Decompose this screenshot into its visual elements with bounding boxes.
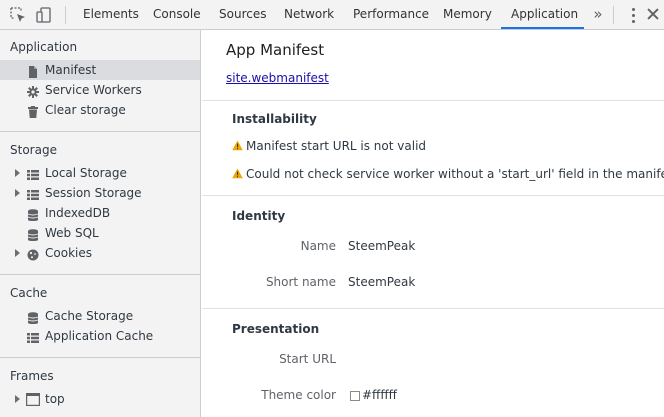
- theme-color-value: #ffffff: [362, 388, 397, 402]
- tab-application[interactable]: Application: [511, 0, 578, 29]
- file-icon: [27, 64, 39, 78]
- grid-icon: [27, 330, 39, 343]
- sidebar-item-label: Cache Storage: [45, 309, 134, 323]
- warning-text: Manifest start URL is not valid: [246, 139, 427, 153]
- toolbar-separator: [613, 6, 614, 24]
- active-tab-indicator: [501, 27, 584, 29]
- sidebar-item-clear-storage[interactable]: Clear storage: [0, 100, 200, 120]
- sidebar-item-label: Application Cache: [45, 329, 154, 343]
- sidebar-section-application: Application: [10, 40, 78, 54]
- section-divider: [202, 308, 664, 309]
- name-value: SteemPeak: [348, 239, 416, 253]
- tab-sources[interactable]: Sources: [219, 0, 266, 29]
- tab-elements[interactable]: Elements: [83, 0, 139, 29]
- page-title: App Manifest: [226, 41, 325, 59]
- sidebar-divider: [0, 131, 200, 132]
- customize-menu-icon[interactable]: [626, 6, 642, 24]
- warning-icon: [232, 168, 243, 179]
- sidebar-item-web-sql[interactable]: Web SQL: [0, 223, 200, 243]
- start-url-label: Start URL: [279, 352, 336, 366]
- toolbar-separator: [65, 6, 66, 24]
- sidebar-item-label: Cookies: [45, 246, 92, 260]
- device-toolbar-icon[interactable]: [34, 5, 54, 25]
- sidebar-item-label: IndexedDB: [45, 206, 111, 220]
- sidebar-section-frames: Frames: [10, 369, 54, 383]
- sidebar-divider: [0, 357, 200, 358]
- sidebar-item-label: Manifest: [45, 63, 97, 77]
- installability-heading: Installability: [232, 112, 317, 126]
- expand-arrow-icon[interactable]: [15, 249, 20, 257]
- sidebar-item-application-cache[interactable]: Application Cache: [0, 326, 200, 346]
- database-icon: [27, 310, 39, 324]
- sidebar-item-label: Clear storage: [45, 103, 126, 117]
- identity-heading: Identity: [232, 209, 286, 223]
- warning-text: Could not check service worker without a…: [246, 167, 664, 181]
- sidebar-item-indexeddb[interactable]: IndexedDB: [0, 203, 200, 223]
- tab-network[interactable]: Network: [284, 0, 334, 29]
- expand-arrow-icon[interactable]: [15, 189, 20, 197]
- sidebar-item-label: Service Workers: [45, 83, 142, 97]
- expand-arrow-icon[interactable]: [15, 169, 20, 177]
- section-divider: [202, 195, 664, 196]
- trash-icon: [27, 104, 39, 118]
- manifest-panel: App Manifest site.webmanifest Installabi…: [202, 30, 664, 417]
- tab-console[interactable]: Console: [153, 0, 201, 29]
- sidebar-item-manifest[interactable]: Manifest: [0, 60, 200, 80]
- cookie-icon: [27, 247, 39, 261]
- sidebar-item-label: Web SQL: [45, 226, 99, 240]
- devtools-toolbar: Elements Console Sources Network Perform…: [0, 0, 664, 30]
- theme-color-swatch: [350, 391, 360, 401]
- sidebar-item-cookies[interactable]: Cookies: [0, 243, 200, 263]
- warning-icon: [232, 140, 243, 151]
- sidebar-item-service-workers[interactable]: Service Workers: [0, 80, 200, 100]
- short-name-value: SteemPeak: [348, 275, 416, 289]
- grid-icon: [27, 167, 39, 180]
- theme-color-label: Theme color: [261, 388, 336, 402]
- sidebar-item-label: top: [45, 392, 65, 406]
- name-label: Name: [300, 239, 336, 253]
- sidebar-item-label: Session Storage: [45, 186, 142, 200]
- section-divider: [202, 100, 664, 101]
- close-devtools-icon[interactable]: [646, 7, 660, 21]
- sidebar-divider: [0, 274, 200, 275]
- presentation-heading: Presentation: [232, 322, 320, 336]
- grid-icon: [27, 187, 39, 200]
- frame-icon: [26, 392, 41, 407]
- manifest-file-link[interactable]: site.webmanifest: [226, 71, 329, 85]
- sidebar-item-session-storage[interactable]: Session Storage: [0, 183, 200, 203]
- tab-memory[interactable]: Memory: [443, 0, 492, 29]
- sidebar-item-local-storage[interactable]: Local Storage: [0, 163, 200, 183]
- sidebar-section-storage: Storage: [10, 143, 57, 157]
- sidebar-item-frame-top[interactable]: top: [0, 389, 200, 409]
- database-icon: [27, 227, 39, 241]
- inspect-element-icon[interactable]: [8, 5, 28, 25]
- expand-arrow-icon[interactable]: [15, 395, 20, 403]
- sidebar-section-cache: Cache: [10, 286, 48, 300]
- database-icon: [27, 207, 39, 221]
- tab-performance[interactable]: Performance: [353, 0, 429, 29]
- short-name-label: Short name: [265, 275, 336, 289]
- application-sidebar: Application Manifest Service Workers Cle…: [0, 30, 201, 417]
- sidebar-item-cache-storage[interactable]: Cache Storage: [0, 306, 200, 326]
- sidebar-item-label: Local Storage: [45, 166, 127, 180]
- gear-icon: [27, 84, 39, 98]
- more-tabs-chevron-icon[interactable]: »: [590, 0, 606, 29]
